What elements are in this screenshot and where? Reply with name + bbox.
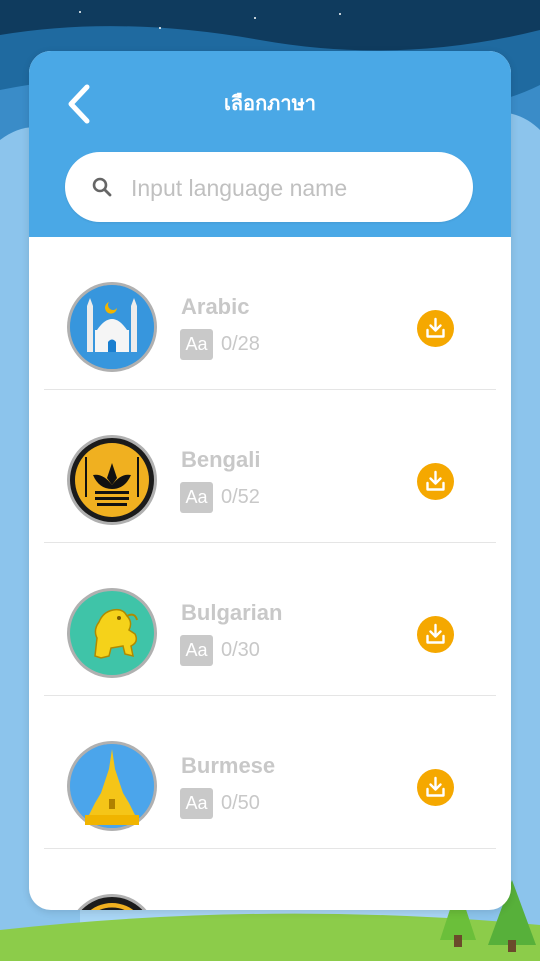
letters-badge: Aa — [180, 329, 213, 360]
progress-count: 0/52 — [221, 486, 260, 508]
language-row-partial[interactable] — [29, 849, 511, 910]
language-row-arabic[interactable]: Arabic Aa 0/28 — [29, 237, 511, 390]
mosque-icon — [67, 282, 157, 372]
language-name: Bengali — [181, 447, 261, 472]
search-bar — [65, 152, 473, 222]
language-name: Arabic — [181, 294, 250, 319]
letters-badge: Aa — [180, 635, 213, 666]
progress-count: 0/50 — [221, 792, 260, 814]
download-icon[interactable] — [417, 463, 454, 500]
header: เลือกภาษา — [29, 51, 511, 237]
download-icon[interactable] — [417, 616, 454, 653]
lion-icon — [67, 588, 157, 678]
download-icon[interactable] — [417, 769, 454, 806]
language-picker-card: เลือกภาษา Arabic Aa 0 — [29, 51, 511, 910]
progress-count: 0/28 — [221, 333, 260, 355]
letters-badge: Aa — [180, 788, 213, 819]
language-row-bulgarian[interactable]: Bulgarian Aa 0/30 — [29, 543, 511, 696]
water-lily-icon — [67, 435, 157, 525]
pagoda-icon — [67, 741, 157, 831]
language-name: Burmese — [181, 753, 276, 778]
progress-count: 0/30 — [221, 639, 260, 661]
language-row-bengali[interactable]: Bengali Aa 0/52 — [29, 390, 511, 543]
letters-badge: Aa — [180, 482, 213, 513]
search-icon — [92, 177, 112, 197]
download-icon[interactable] — [417, 310, 454, 347]
page-title: เลือกภาษา — [223, 93, 317, 115]
language-row-burmese[interactable]: Burmese Aa 0/50 — [29, 696, 511, 849]
language-name: Bulgarian — [181, 600, 283, 625]
language-flag-icon — [77, 894, 147, 910]
search-input[interactable] — [129, 167, 453, 209]
